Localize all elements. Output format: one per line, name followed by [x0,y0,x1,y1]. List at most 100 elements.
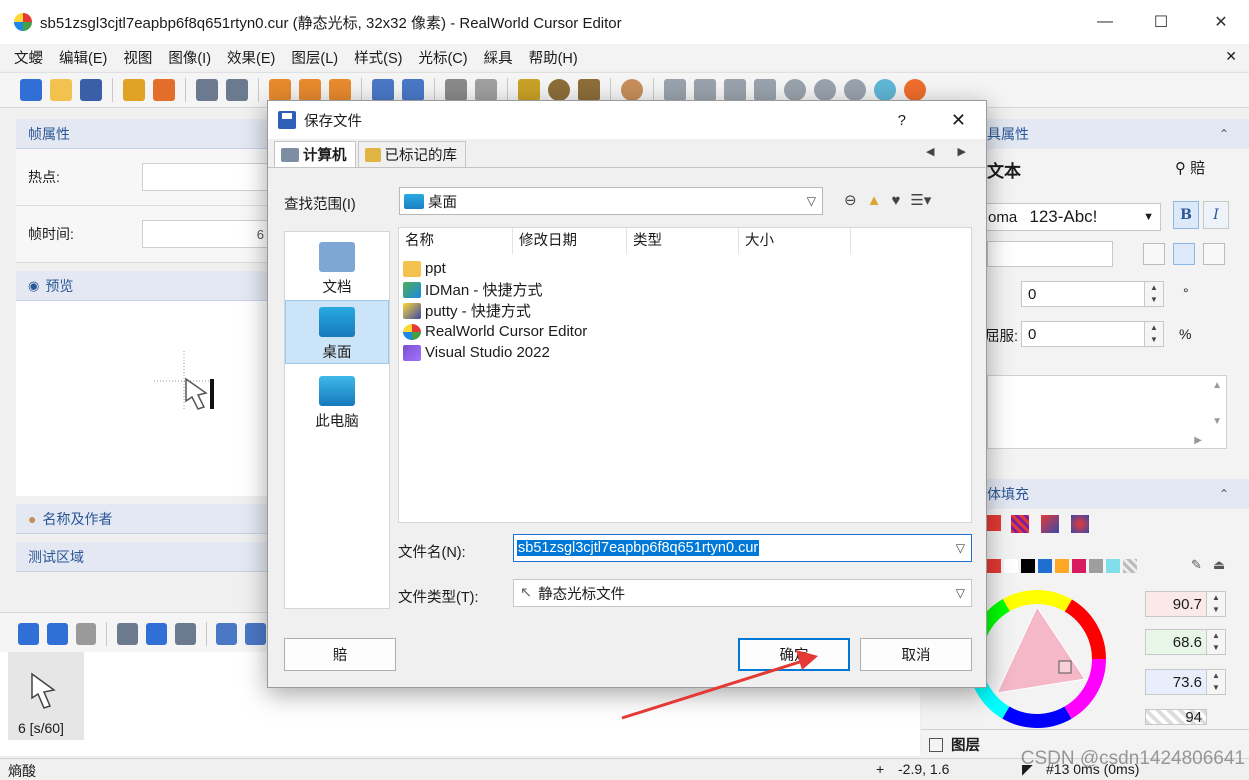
frame-export-icon[interactable] [245,622,266,645]
broadcast-icon[interactable] [153,79,175,101]
ok-button[interactable]: 确定 [738,638,850,671]
dialog-close-button[interactable]: ✕ [951,110,966,131]
overcome-field[interactable]: 0 ▲ ▼ [1021,321,1164,347]
menu-tools[interactable]: 綵具 [476,47,521,68]
angle-field[interactable]: 0 ▲ ▼ [1021,281,1164,307]
place-desktop[interactable]: 桌面 [285,300,389,364]
frame-thumbnail[interactable]: 6 [s/60] [8,652,84,740]
color-spinner-r[interactable]: ▲ ▼ [1206,591,1226,617]
color-spinner-b[interactable]: ▲ ▼ [1206,669,1226,695]
text-input-area[interactable]: ▲ ▼ ▶ [987,375,1227,449]
menu-styles[interactable]: 样式(S) [346,47,410,68]
color-field-b[interactable]: 73.6 ▲ ▼ [1145,669,1226,695]
bold-toggle[interactable]: B [1173,201,1199,229]
arrow-cursor-icon[interactable] [664,79,686,101]
export-icon[interactable] [123,79,145,101]
crop-icon[interactable] [402,79,424,101]
circle-icon[interactable] [548,79,570,101]
brightness-icon[interactable] [518,79,540,101]
palette-color[interactable] [1106,559,1120,573]
collapse-chevron-icon[interactable]: ⌃ [1219,487,1229,501]
color-wheel[interactable] [967,589,1107,729]
align-left-icon[interactable] [1143,243,1165,265]
close-window-button[interactable]: ✕ [1198,6,1244,38]
up-folder-icon[interactable]: ▲ [867,192,882,209]
palette-color[interactable] [1072,559,1086,573]
maximize-button[interactable]: ☐ [1138,6,1184,38]
octagon-icon[interactable] [578,79,600,101]
menu-help[interactable]: 帮助(H) [521,47,586,68]
author-header[interactable]: ● 名称及作者 [16,504,270,534]
color-field-g[interactable]: 68.6 ▲ ▼ [1145,629,1226,655]
menu-cursor[interactable]: 光标(C) [410,47,475,68]
place-documents[interactable]: 文档 [285,236,389,300]
new-folder-icon[interactable]: ♥ [891,192,900,209]
file-name-input[interactable]: sb51zsgl3cjtl7eapbp6f8q651rtyn0.cur ▽ [513,534,972,562]
busy-icon[interactable] [814,79,836,101]
new-file-icon[interactable] [20,79,42,101]
ring-icon[interactable] [874,79,896,101]
hatch-fill-swatch[interactable] [1011,515,1029,533]
column-type[interactable]: 类型 [627,228,739,254]
frame-time-field[interactable]: 6 [142,220,270,248]
palette-color[interactable] [1038,559,1052,573]
menu-effects[interactable]: 效果(E) [219,47,283,68]
redo-icon[interactable] [226,79,248,101]
clock-icon[interactable] [784,79,806,101]
collapse-chevron-icon[interactable]: ⌃ [1219,127,1229,141]
palette-color[interactable] [1021,559,1035,573]
help-pointer-icon[interactable] [694,79,716,101]
menu-image[interactable]: 图像(I) [160,47,219,68]
menu-layers[interactable]: 图层(L) [283,47,346,68]
cancel-button[interactable]: 取消 [860,638,972,671]
paste-icon[interactable] [329,79,351,101]
test-area-header[interactable]: 测试区域 [16,542,270,572]
menu-edit[interactable]: 编辑(E) [51,47,115,68]
move-bottom-icon[interactable] [174,622,196,645]
person-icon[interactable] [621,79,643,101]
move-up-icon[interactable] [117,622,138,645]
hand-cursor-icon[interactable] [754,79,776,101]
font-size-field[interactable] [987,241,1113,267]
add-frame-icon[interactable] [18,622,39,645]
file-type-select[interactable]: ↖ 静态光标文件 ▽ [513,579,972,607]
open-file-icon[interactable] [50,79,72,101]
minimize-button[interactable]: — [1082,6,1128,38]
delete-frame-icon[interactable] [75,622,97,645]
eyedropper-icon[interactable]: ✎ [1191,557,1202,573]
preview-header[interactable]: ◉ 预览 [16,271,270,301]
align-right-icon[interactable] [1203,243,1225,265]
palette-color[interactable] [987,559,1001,573]
look-in-select[interactable]: 桌面 ▽ [399,187,823,215]
file-row-idman[interactable]: IDMan - 快捷方式 [403,279,543,300]
duplicate-frame-icon[interactable] [46,622,68,645]
hotspot-field[interactable] [142,163,270,191]
undo-icon[interactable] [196,79,218,101]
solid-fill-swatch[interactable] [985,515,1001,531]
column-modified[interactable]: 修改日期 [513,228,627,254]
angle-spinner[interactable]: ▲ ▼ [1144,281,1164,307]
chevron-down-icon[interactable]: ▽ [956,541,965,555]
file-row-ppt[interactable]: ppt [403,258,446,279]
scroll-right-icon[interactable]: ▶ [1194,435,1202,446]
gradient-fill-swatch[interactable] [1041,515,1059,533]
tab-bookmarked-libraries[interactable]: 已标记的库 [357,141,466,167]
palette-color[interactable] [1004,559,1018,573]
scroll-down-icon[interactable]: ▼ [1212,416,1222,427]
back-icon[interactable]: ⊖ [844,191,857,209]
menu-file[interactable]: 文蠳 [6,47,51,68]
color-field-alpha[interactable]: 94 [1145,709,1207,725]
file-row-realworld[interactable]: RealWorld Cursor Editor [403,321,587,342]
select-all-icon[interactable] [372,79,394,101]
cut-icon[interactable] [269,79,291,101]
move-top-icon[interactable] [146,622,167,645]
copy-icon[interactable] [299,79,321,101]
scroll-up-icon[interactable]: ▲ [1212,380,1222,391]
column-size[interactable]: 大小 [739,228,851,254]
view-menu-icon[interactable]: ☰▾ [910,191,931,209]
palette-color[interactable] [1089,559,1103,573]
font-select[interactable]: oma 123-Abc! ▼ [985,203,1161,231]
document-close-icon[interactable]: ✕ [1225,48,1237,65]
radial-fill-swatch[interactable] [1071,515,1089,533]
color-field-r[interactable]: 90.7 ▲ ▼ [1145,591,1226,617]
